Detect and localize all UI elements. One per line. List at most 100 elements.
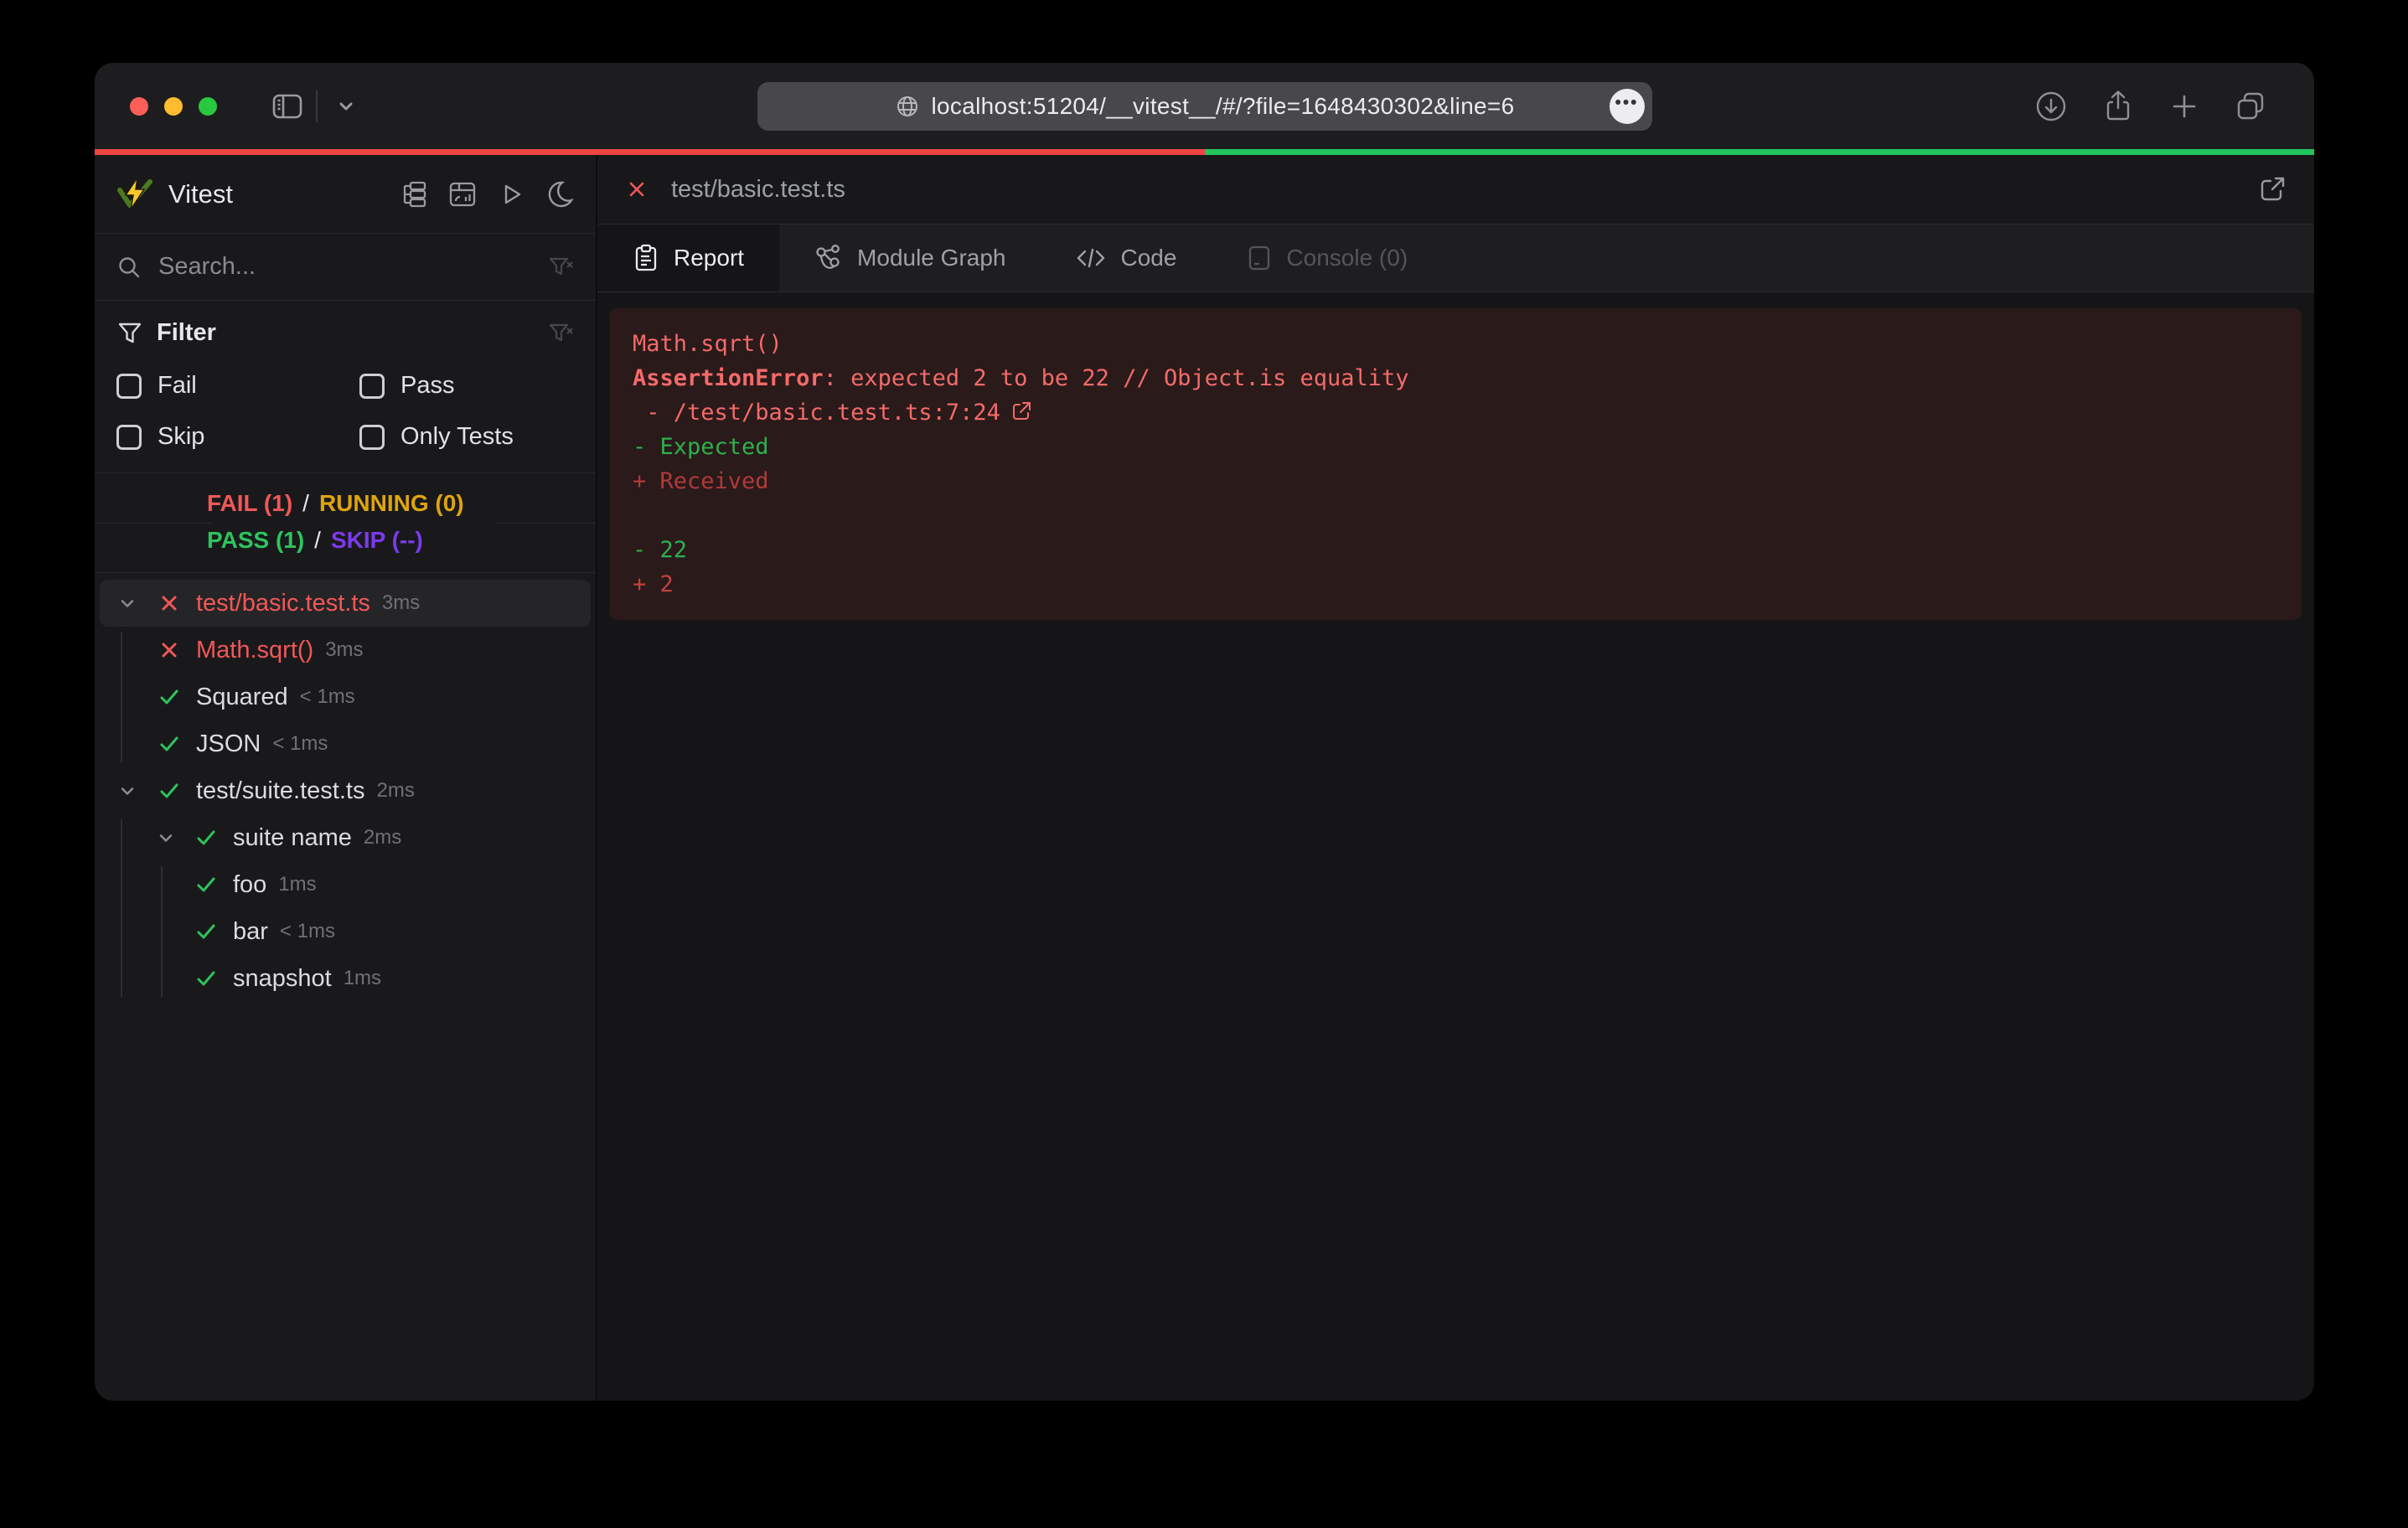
sidebar-menu-chevron-button[interactable]	[324, 85, 368, 128]
indent-guide	[121, 632, 122, 762]
skip-count: SKIP (--)	[331, 527, 423, 554]
app-title: Vitest	[168, 179, 233, 209]
view-tabs: Report Module Graph	[597, 224, 2314, 292]
minimize-window-button[interactable]	[164, 97, 183, 116]
test-label: Squared	[196, 684, 288, 711]
tree-row-basic-test-file[interactable]: test/basic.test.ts 3ms	[100, 580, 591, 627]
progress-pass-segment	[1205, 149, 2315, 155]
open-in-editor-button[interactable]	[2257, 174, 2287, 204]
blank-line	[633, 498, 2279, 533]
tab-report[interactable]: Report	[597, 225, 779, 292]
open-file-name: test/basic.test.ts	[671, 176, 845, 204]
zoom-window-button[interactable]	[199, 97, 217, 116]
globe-icon	[895, 94, 920, 119]
stack-trace-line: - /test/basic.test.ts:7:24	[633, 395, 2279, 430]
clear-search-filter-icon[interactable]	[547, 254, 574, 281]
pass-count: PASS (1)	[207, 527, 304, 554]
console-icon	[1247, 244, 1272, 272]
ellipsis-icon: •••	[1615, 94, 1638, 118]
pass-icon	[194, 825, 219, 850]
skip-checkbox[interactable]	[116, 425, 142, 450]
chevron-down-icon	[335, 96, 357, 117]
test-progress-bar	[95, 149, 2314, 155]
main-panel: test/basic.test.ts	[597, 155, 2314, 1401]
tree-row-suite-name[interactable]: suite name 2ms	[100, 814, 591, 861]
test-duration: 1ms	[278, 873, 316, 896]
tree-row-snapshot[interactable]: snapshot 1ms	[100, 955, 591, 1002]
tab-overview-icon	[2234, 90, 2267, 123]
search-icon	[116, 255, 142, 280]
sidebar: Vitest	[95, 155, 597, 1401]
filter-option-fail[interactable]: Fail	[116, 372, 359, 400]
new-tab-button[interactable]	[2168, 90, 2200, 123]
test-duration: 2ms	[364, 826, 401, 849]
share-button[interactable]	[2101, 90, 2135, 123]
test-tree: test/basic.test.ts 3ms Math.sqrt() 3ms	[95, 573, 596, 1401]
sidebar-toggle-button[interactable]	[266, 85, 309, 128]
address-bar[interactable]: localhost:51204/__vitest__/#/?file=16484…	[757, 82, 1652, 131]
tree-row-suite-test-file[interactable]: test/suite.test.ts 2ms	[100, 767, 591, 814]
diff-expected-label: - Expected	[633, 430, 2279, 464]
tab-overview-button[interactable]	[2234, 90, 2267, 123]
plus-icon	[2168, 90, 2200, 122]
browser-chrome: localhost:51204/__vitest__/#/?file=16484…	[95, 63, 2314, 149]
tree-row-bar[interactable]: bar < 1ms	[100, 908, 591, 955]
play-icon	[497, 180, 525, 209]
pass-icon	[194, 872, 219, 897]
diff-expected-value: - 22	[633, 533, 2279, 567]
chevron-down-icon[interactable]	[116, 780, 138, 802]
test-label: test/suite.test.ts	[196, 777, 364, 805]
chevron-down-icon[interactable]	[116, 592, 138, 614]
pass-icon	[157, 778, 182, 803]
fail-icon	[157, 638, 182, 663]
tree-view-toggle-button[interactable]	[400, 180, 428, 209]
tab-module-graph[interactable]: Module Graph	[779, 225, 1041, 292]
filter-icon	[116, 320, 143, 347]
filter-option-skip[interactable]: Skip	[116, 423, 359, 451]
download-icon	[2034, 90, 2068, 123]
tree-row-math-sqrt[interactable]: Math.sqrt() 3ms	[100, 627, 591, 674]
indent-guide	[121, 819, 122, 997]
code-icon	[1076, 245, 1106, 271]
clear-filters-icon[interactable]	[547, 320, 574, 347]
downloads-button[interactable]	[2034, 90, 2068, 123]
tree-row-json[interactable]: JSON < 1ms	[100, 720, 591, 767]
indent-guide	[161, 866, 163, 997]
diff-received-label: + Received	[633, 464, 2279, 498]
tree-row-foo[interactable]: foo 1ms	[100, 861, 591, 908]
test-duration: < 1ms	[280, 920, 335, 943]
tab-console[interactable]: Console (0)	[1212, 225, 1443, 292]
pass-checkbox[interactable]	[359, 374, 385, 399]
search-input[interactable]	[158, 253, 547, 281]
divider	[498, 523, 596, 524]
dashboard-icon	[448, 180, 477, 209]
test-duration: 3ms	[325, 638, 363, 662]
test-duration: 1ms	[344, 967, 381, 990]
test-summary: FAIL (1) / RUNNING (0) PASS (1) / SKIP (…	[95, 472, 596, 573]
dark-mode-toggle-button[interactable]	[545, 180, 574, 209]
pass-icon	[194, 919, 219, 944]
filter-option-only-tests[interactable]: Only Tests	[359, 423, 574, 451]
vitest-logo	[116, 177, 153, 212]
open-stack-in-editor-icon[interactable]	[1010, 400, 1032, 422]
close-window-button[interactable]	[130, 97, 148, 116]
browser-window: localhost:51204/__vitest__/#/?file=16484…	[95, 63, 2314, 1401]
window-controls	[130, 97, 217, 116]
run-all-button[interactable]	[497, 180, 525, 209]
test-duration: < 1ms	[272, 732, 328, 756]
pass-icon	[157, 731, 182, 756]
filter-option-pass[interactable]: Pass	[359, 372, 574, 400]
divider	[316, 90, 318, 122]
tree-row-squared[interactable]: Squared < 1ms	[100, 674, 591, 720]
chevron-down-icon[interactable]	[155, 827, 177, 849]
fail-count: FAIL (1)	[207, 490, 292, 517]
dashboard-button[interactable]	[448, 180, 477, 209]
fail-checkbox[interactable]	[116, 374, 142, 399]
only-tests-checkbox[interactable]	[359, 425, 385, 450]
share-icon	[2101, 90, 2135, 123]
failed-test-title: Math.sqrt()	[633, 327, 2279, 361]
page-settings-button[interactable]: •••	[1610, 89, 1645, 124]
close-file-icon[interactable]	[624, 177, 649, 202]
tab-code[interactable]: Code	[1041, 225, 1212, 292]
progress-fail-segment	[95, 149, 1205, 155]
